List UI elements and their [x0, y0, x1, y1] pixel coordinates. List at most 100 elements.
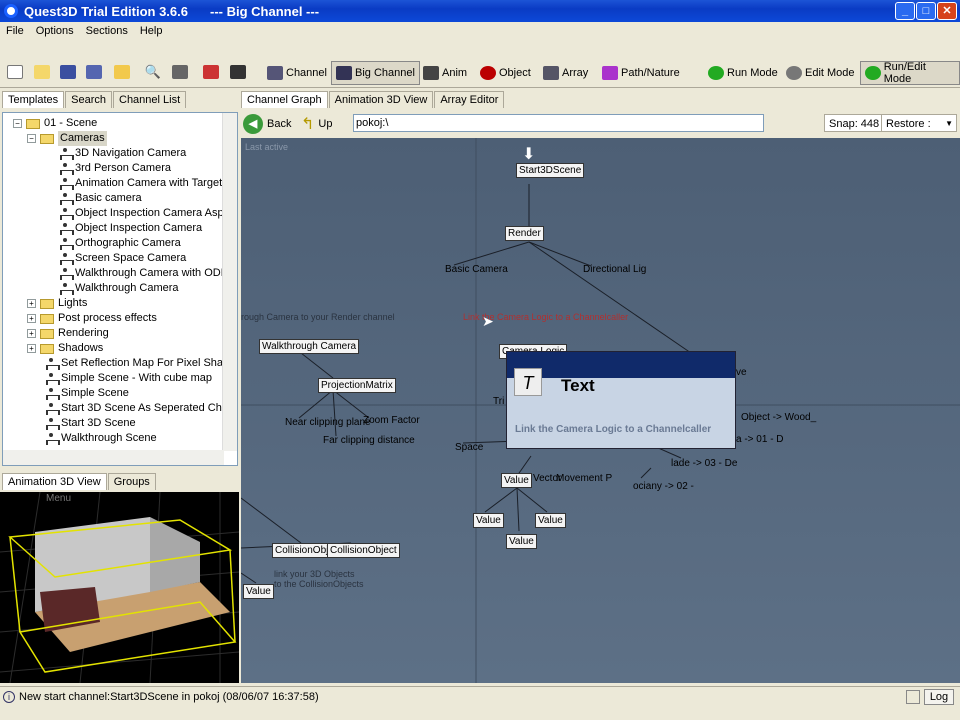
tree-item[interactable]: + Rendering [27, 326, 109, 341]
expand-toggle-icon[interactable]: − [13, 119, 22, 128]
save-icon[interactable] [58, 62, 78, 82]
big-channel-button[interactable]: Big Channel [331, 61, 420, 85]
cut-icon[interactable] [201, 62, 221, 82]
maximize-button[interactable]: □ [916, 2, 936, 20]
tree-item[interactable]: Orthographic Camera [59, 236, 181, 251]
array-button[interactable]: Array [539, 61, 592, 85]
tree-item[interactable]: 3D Navigation Camera [59, 146, 186, 161]
tree-item[interactable]: Start 3D Scene As Seperated Chan [45, 401, 234, 416]
node-near-clipping[interactable]: Near clipping plane [285, 417, 371, 428]
tab-templates[interactable]: Templates [2, 91, 65, 108]
tree-item[interactable]: Walkthrough Camera [59, 281, 179, 296]
properties-icon[interactable] [170, 62, 190, 82]
expand-toggle-icon[interactable]: + [27, 344, 36, 353]
node-render[interactable]: Render [505, 226, 544, 241]
tab-animation-3d-view[interactable]: Animation 3D View [328, 91, 434, 108]
path-nature-button[interactable]: Path/Nature [598, 61, 684, 85]
tree-item[interactable]: Basic camera [59, 191, 142, 206]
tree-item[interactable]: Simple Scene - With cube map [45, 371, 212, 386]
run-mode-button[interactable]: Run Mode [704, 61, 782, 85]
node-directional-light[interactable]: Directional Lig [583, 264, 646, 275]
path-input[interactable] [353, 114, 764, 132]
close-button[interactable]: ✕ [937, 2, 957, 20]
back-button[interactable]: ◀ Back [243, 114, 291, 134]
tree-item[interactable]: + Lights [27, 296, 87, 311]
tree-item[interactable]: − 01 - Scene [13, 116, 97, 131]
tree-item[interactable]: 3rd Person Camera [59, 161, 171, 176]
tab-groups[interactable]: Groups [107, 473, 156, 490]
tree-item[interactable]: Walkthrough Camera with ODE [59, 266, 228, 281]
tree-item[interactable]: Object Inspection Camera Aspe [59, 206, 230, 221]
find-icon[interactable]: 🔍 [143, 62, 163, 82]
object-button[interactable]: Object [476, 61, 535, 85]
node-zoom-factor[interactable]: Zoom Factor [363, 415, 420, 426]
expand-toggle-icon[interactable]: + [27, 299, 36, 308]
expand-toggle-icon[interactable]: + [27, 314, 36, 323]
tree-vertical-scrollbar[interactable] [222, 113, 237, 451]
tab-channel-list[interactable]: Channel List [113, 91, 187, 108]
tree-item[interactable]: Start 3D Scene [45, 416, 136, 431]
channel-button[interactable]: Channel [263, 61, 331, 85]
log-toggle-icon[interactable] [906, 690, 920, 704]
run-edit-mode-button[interactable]: Run/Edit Mode [860, 61, 960, 85]
up-button[interactable]: ↰ Up [301, 114, 332, 134]
channel-graph-canvas[interactable]: Last active ⬇ Start3DScene Render Basic … [241, 138, 960, 683]
node-projection-matrix[interactable]: ProjectionMatrix [318, 378, 396, 393]
node-walkthrough-camera[interactable]: Walkthrough Camera [259, 339, 360, 354]
restore-dropdown[interactable]: Restore : ▼ [881, 114, 957, 132]
tab-channel-graph[interactable]: Channel Graph [241, 91, 328, 108]
tree-item[interactable]: Object Inspection Camera [59, 221, 202, 236]
node-ny-02[interactable]: ociany -> 02 - [633, 481, 694, 492]
anim-button[interactable]: Anim [419, 61, 471, 85]
tree-item[interactable]: − Cameras [27, 131, 107, 146]
node-value-5[interactable]: Value [243, 584, 274, 599]
node-de-03[interactable]: lade -> 03 - De [671, 458, 737, 469]
tree-item[interactable]: Set Reflection Map For Pixel Shade [45, 356, 235, 371]
save-all-icon[interactable] [84, 62, 104, 82]
comment-collision-hint-1: link your 3D Objects [274, 569, 355, 579]
new-file-icon[interactable] [5, 62, 25, 82]
node-collision-object-2[interactable]: CollisionObject [327, 543, 400, 558]
expand-toggle-icon[interactable]: − [27, 134, 36, 143]
menu-file[interactable]: File [0, 25, 30, 37]
tree-item[interactable]: Animation Camera with Target [59, 176, 222, 191]
menu-options[interactable]: Options [30, 25, 80, 37]
node-value-2[interactable]: Value [473, 513, 504, 528]
3d-viewport[interactable]: Menu [0, 492, 239, 683]
tree-horizontal-scrollbar[interactable] [3, 450, 224, 465]
node-tri[interactable]: Tri [493, 396, 504, 407]
node-ve[interactable]: ve [736, 367, 747, 378]
open-folder-icon[interactable] [32, 62, 52, 82]
node-value-1[interactable]: Value [501, 473, 532, 488]
tree-item[interactable]: + Post process effects [27, 311, 157, 326]
import-icon[interactable] [112, 62, 132, 82]
node-value-4[interactable]: Value [506, 534, 537, 549]
expand-toggle-icon[interactable]: + [27, 329, 36, 338]
menu-help[interactable]: Help [134, 25, 169, 37]
menu-sections[interactable]: Sections [80, 25, 134, 37]
log-button[interactable]: Log [924, 689, 954, 705]
mouse-cursor-icon: ➤ [482, 313, 494, 329]
edit-mode-button[interactable]: Edit Mode [782, 61, 859, 85]
tree-item[interactable]: + Shadows [27, 341, 103, 356]
link-icon[interactable] [228, 62, 248, 82]
tree-item[interactable]: Simple Scene [45, 386, 129, 401]
node-start3dscene[interactable]: Start3DScene [516, 163, 585, 178]
tree-item[interactable]: Screen Space Camera [59, 251, 186, 266]
tab-search[interactable]: Search [65, 91, 112, 108]
node-value-3[interactable]: Value [535, 513, 566, 528]
tab-array-editor[interactable]: Array Editor [434, 91, 505, 108]
node-movement[interactable]: Movement P [556, 473, 612, 484]
node-far-clipping[interactable]: Far clipping distance [323, 435, 415, 446]
node-a-01[interactable]: a -> 01 - D [736, 434, 784, 445]
start-arrow-icon: ⬇ [522, 146, 536, 163]
node-space[interactable]: Space [455, 442, 483, 453]
node-basic-camera[interactable]: Basic Camera [445, 264, 508, 275]
status-bar: i New start channel:Start3DScene in poko… [0, 686, 960, 706]
tree-item-label: Rendering [58, 327, 109, 339]
tree-item[interactable]: Walkthrough Scene [45, 431, 157, 446]
minimize-button[interactable]: _ [895, 2, 915, 20]
node-object-wood[interactable]: Object -> Wood_ [741, 412, 816, 423]
tab-animation-3d-view-left[interactable]: Animation 3D View [2, 473, 107, 490]
template-node-icon [59, 192, 74, 205]
